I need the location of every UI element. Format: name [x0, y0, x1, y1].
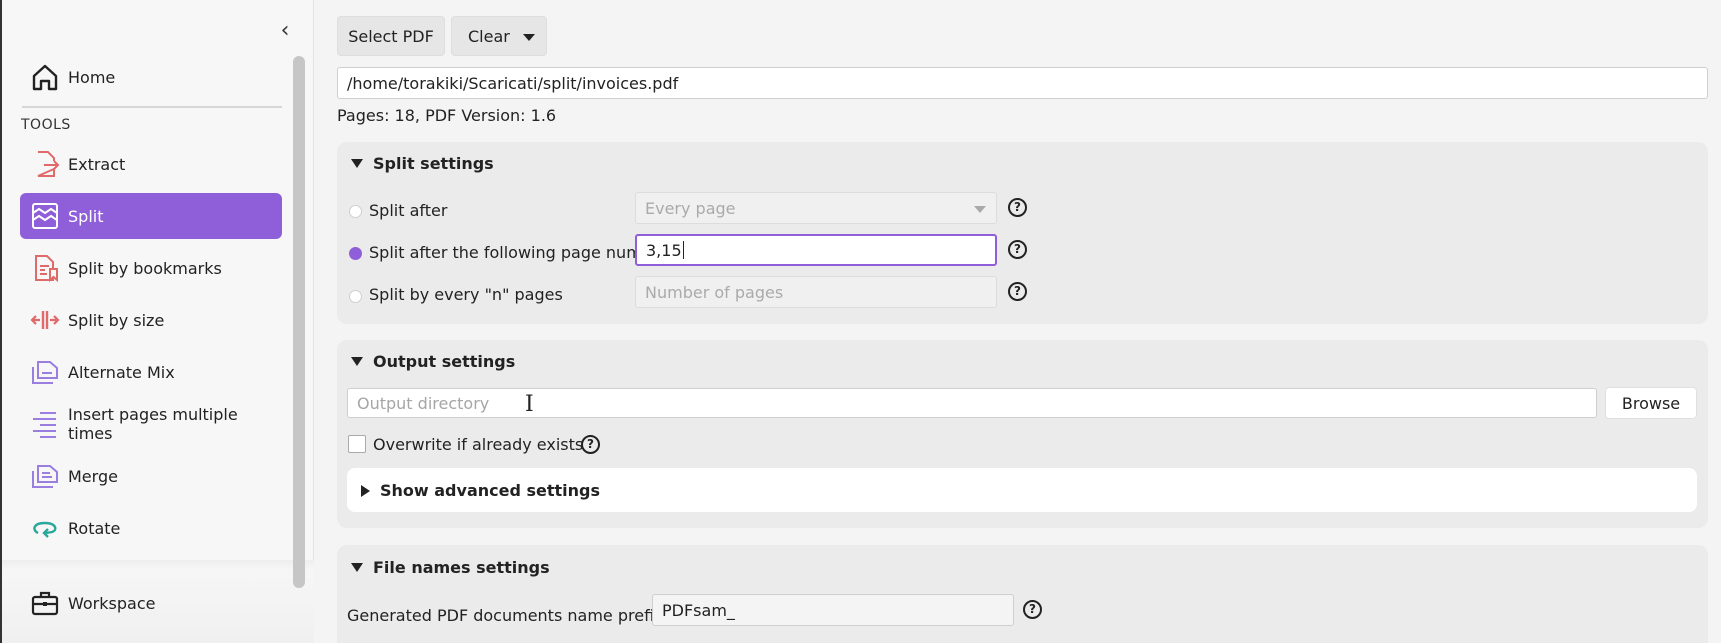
- radio-split-every-n[interactable]: [349, 290, 362, 303]
- insert-pages-icon: [30, 409, 60, 439]
- split-bookmarks-icon: [30, 253, 60, 283]
- output-directory-input[interactable]: Output directory: [347, 388, 1597, 418]
- section-label-tools: TOOLS: [21, 117, 71, 133]
- advanced-settings-header: Show advanced settings: [361, 481, 600, 500]
- sidebar-item-insert-pages[interactable]: Insert pages multiple times: [20, 401, 282, 447]
- merge-icon: [30, 461, 60, 491]
- split-icon: [30, 201, 60, 231]
- advanced-settings-toggle[interactable]: Show advanced settings: [347, 468, 1697, 512]
- sidebar-item-alternate-mix[interactable]: Alternate Mix: [20, 349, 282, 395]
- chevron-down-icon[interactable]: [523, 34, 535, 41]
- page-numbers-input[interactable]: 3,15: [635, 234, 997, 266]
- sidebar-item-extract[interactable]: Extract: [20, 141, 282, 187]
- split-settings-panel: Split settings Split after Every page ? …: [337, 142, 1708, 324]
- home-icon: [30, 62, 60, 92]
- file-names-header[interactable]: File names settings: [351, 558, 550, 577]
- select-pdf-button[interactable]: Select PDF: [337, 16, 445, 56]
- help-icon[interactable]: ?: [581, 435, 600, 454]
- advanced-label: Show advanced settings: [380, 481, 601, 500]
- alternate-mix-icon: [30, 357, 60, 387]
- overwrite-checkbox[interactable]: [348, 435, 366, 453]
- split-every-n-label: Split by every "n" pages: [369, 285, 563, 304]
- file-names-panel: File names settings Generated PDF docume…: [337, 545, 1708, 643]
- rotate-icon: [30, 513, 60, 543]
- sidebar-item-label: Split by size: [68, 310, 165, 330]
- chevron-down-icon: [974, 206, 986, 213]
- collapse-triangle-icon: [351, 357, 363, 366]
- text-cursor-icon: I: [525, 392, 534, 417]
- sidebar-item-label: Extract: [68, 154, 126, 174]
- sidebar-item-label: Home: [68, 67, 116, 87]
- sidebar-scrollbar[interactable]: [293, 56, 305, 588]
- sidebar-item-split-by-bookmarks[interactable]: Split by bookmarks: [20, 245, 282, 291]
- output-settings-header[interactable]: Output settings: [351, 352, 515, 371]
- radio-split-after[interactable]: [349, 205, 362, 218]
- clear-button-label: Clear: [468, 26, 510, 46]
- panel-title: File names settings: [373, 558, 550, 577]
- sidebar-item-label: Workspace: [68, 593, 156, 613]
- select-value: Every page: [645, 198, 736, 218]
- sidebar-item-rotate[interactable]: Rotate: [20, 505, 282, 551]
- split-after-select[interactable]: Every page: [635, 192, 997, 224]
- expand-triangle-icon: [361, 484, 370, 497]
- collapse-triangle-icon: [351, 159, 363, 168]
- pdf-path-field[interactable]: /home/torakiki/Scaricati/split/invoices.…: [337, 67, 1708, 99]
- sidebar-item-label: Merge: [68, 466, 118, 486]
- sidebar-item-split-by-size[interactable]: Split by size: [20, 297, 282, 343]
- collapse-sidebar-icon[interactable]: ‹: [274, 18, 296, 44]
- split-after-label: Split after: [369, 201, 448, 220]
- panel-title: Output settings: [373, 352, 516, 371]
- sidebar-item-label: Insert pages multiple times: [68, 405, 238, 443]
- sidebar: ‹ Home TOOLS Extract Split Split by book…: [0, 0, 314, 643]
- extract-icon: [30, 149, 60, 179]
- help-icon[interactable]: ?: [1008, 198, 1027, 217]
- sidebar-item-home[interactable]: Home: [20, 54, 282, 100]
- prefix-label: Generated PDF documents name prefix:: [347, 606, 669, 625]
- sidebar-item-label: Split by bookmarks: [68, 258, 222, 278]
- sidebar-item-label: Rotate: [68, 518, 121, 538]
- panel-title: Split settings: [373, 154, 494, 173]
- overwrite-label: Overwrite if already exists: [373, 435, 584, 454]
- prefix-input[interactable]: PDFsam_: [652, 594, 1014, 626]
- sidebar-item-workspace[interactable]: Workspace: [20, 580, 282, 626]
- browse-button[interactable]: Browse: [1605, 387, 1697, 419]
- help-icon[interactable]: ?: [1023, 600, 1042, 619]
- sidebar-item-label: Alternate Mix: [68, 362, 175, 382]
- sidebar-item-label: Split: [68, 206, 104, 226]
- help-icon[interactable]: ?: [1008, 240, 1027, 259]
- help-icon[interactable]: ?: [1008, 282, 1027, 301]
- pdf-info-text: Pages: 18, PDF Version: 1.6: [337, 106, 557, 125]
- text-cursor: [682, 241, 684, 259]
- radio-split-page-numbers[interactable]: [349, 247, 362, 260]
- briefcase-icon: [30, 588, 60, 618]
- sidebar-item-merge[interactable]: Merge: [20, 453, 282, 499]
- split-page-numbers-label: Split after the following page numbers: [369, 243, 677, 262]
- collapse-triangle-icon: [351, 563, 363, 572]
- divider: [22, 106, 282, 108]
- output-settings-panel: Output settings Output directory Browse …: [337, 340, 1708, 528]
- sidebar-item-split[interactable]: Split: [20, 193, 282, 239]
- input-value: 3,15: [646, 240, 682, 260]
- split-size-icon: [30, 305, 60, 335]
- main-area: Select PDF Clear /home/torakiki/Scaricat…: [315, 0, 1721, 643]
- number-of-pages-input[interactable]: Number of pages: [635, 276, 997, 308]
- clear-button[interactable]: Clear: [451, 16, 547, 56]
- split-settings-header[interactable]: Split settings: [351, 154, 494, 173]
